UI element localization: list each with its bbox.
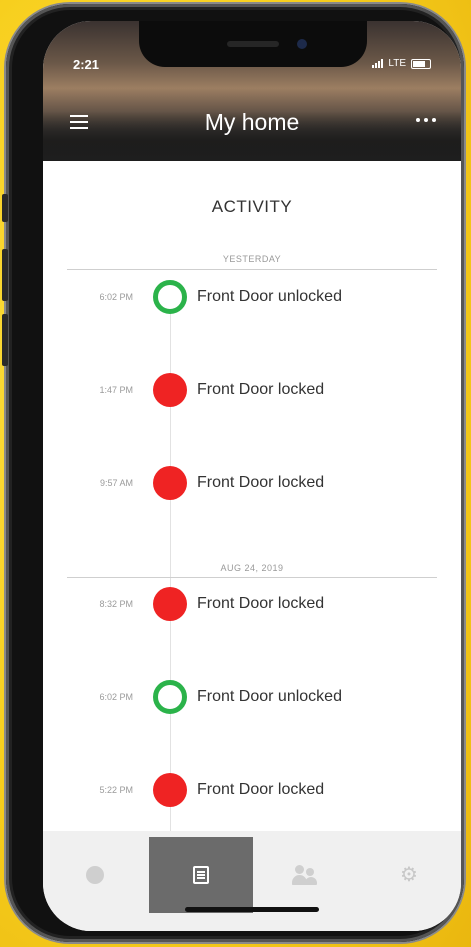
activity-heading: ACTIVITY <box>211 197 293 216</box>
activity-row[interactable]: 5:22 PM Front Door locked <box>43 773 461 809</box>
tab-activity[interactable] <box>149 837 253 913</box>
section-divider <box>67 577 437 578</box>
page-title: My home <box>204 109 300 135</box>
event-text: Front Door unlocked <box>197 688 342 705</box>
event-text: Front Door locked <box>197 474 325 491</box>
timeline-line <box>170 281 171 841</box>
event-time: 1:47 PM <box>99 385 133 395</box>
status-time: 2:21 <box>73 57 100 72</box>
phone-frame: 2:21 LTE My home ACTIVITY YESTERDAY 6:02… <box>2 4 464 942</box>
notch <box>139 21 367 67</box>
section-divider <box>67 269 437 270</box>
locked-status-icon <box>153 773 187 807</box>
activity-row[interactable]: 6:02 PM Front Door unlocked <box>43 280 461 316</box>
signal-icon <box>372 59 384 68</box>
section-label-date: AUG 24, 2019 <box>220 563 284 573</box>
unlocked-status-icon <box>153 280 187 314</box>
list-icon <box>193 866 209 884</box>
users-icon <box>292 865 318 885</box>
network-label: LTE <box>388 58 406 69</box>
activity-row[interactable]: 9:57 AM Front Door locked <box>43 466 461 502</box>
home-indicator[interactable] <box>185 907 319 912</box>
event-time: 9:57 AM <box>99 478 133 488</box>
event-time: 6:02 PM <box>99 692 133 702</box>
front-camera <box>297 39 307 49</box>
mute-switch <box>2 194 8 222</box>
activity-row[interactable]: 6:02 PM Front Door unlocked <box>43 680 461 716</box>
section-label-yesterday: YESTERDAY <box>222 254 282 264</box>
gear-icon: ⚙ <box>400 864 418 886</box>
unlocked-status-icon <box>153 680 187 714</box>
locked-status-icon <box>153 587 187 621</box>
event-text: Front Door locked <box>197 781 325 798</box>
volume-up-button <box>2 249 8 301</box>
event-text: Front Door unlocked <box>197 288 342 305</box>
event-text: Front Door locked <box>197 595 325 612</box>
event-time: 5:22 PM <box>99 785 133 795</box>
circle-icon <box>86 866 104 884</box>
event-time: 8:32 PM <box>99 599 133 609</box>
status-indicators: LTE <box>372 58 431 69</box>
tab-users[interactable] <box>253 837 357 913</box>
activity-feed[interactable]: ACTIVITY YESTERDAY 6:02 PM Front Door un… <box>43 161 461 841</box>
event-text: Front Door locked <box>197 381 325 398</box>
activity-row[interactable]: 8:32 PM Front Door locked <box>43 587 461 623</box>
battery-icon <box>411 58 431 69</box>
activity-row[interactable]: 1:47 PM Front Door locked <box>43 373 461 409</box>
locked-status-icon <box>153 373 187 407</box>
event-time: 6:02 PM <box>99 292 133 302</box>
screen: 2:21 LTE My home ACTIVITY YESTERDAY 6:02… <box>43 21 461 931</box>
more-options-icon[interactable] <box>416 118 436 122</box>
tab-home[interactable] <box>43 837 147 913</box>
volume-down-button <box>2 314 8 366</box>
tab-settings[interactable]: ⚙ <box>357 837 461 913</box>
tab-bar: ⚙ <box>43 831 461 931</box>
locked-status-icon <box>153 466 187 500</box>
speaker-grille <box>227 41 279 47</box>
